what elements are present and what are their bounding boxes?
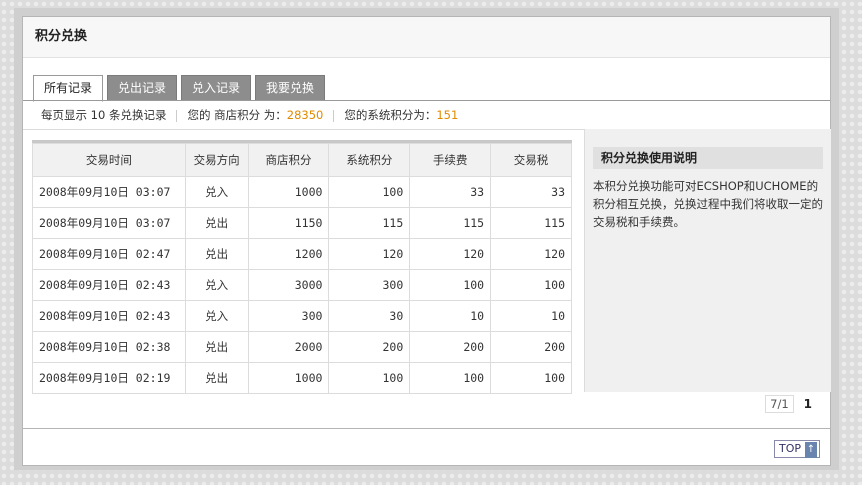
info-separator bbox=[333, 109, 335, 122]
cell-fee: 100 bbox=[409, 362, 492, 394]
footer-divider bbox=[23, 428, 830, 429]
cell-fee: 120 bbox=[409, 238, 492, 270]
col-header-fee: 手续费 bbox=[409, 143, 492, 177]
cell-shop-points: 1200 bbox=[247, 238, 330, 270]
shop-points-label: 您的 商店积分 为： bbox=[187, 108, 287, 122]
page-current[interactable]: 1 bbox=[804, 397, 812, 411]
cell-direction: 兑入 bbox=[184, 269, 249, 301]
cell-tax: 33 bbox=[490, 176, 572, 208]
cell-tax: 115 bbox=[490, 207, 572, 239]
table-row: 2008年09月10日 02:38 兑出 2000 200 200 200 bbox=[32, 331, 572, 363]
table-row: 2008年09月10日 03:07 兑出 1150 115 115 115 bbox=[32, 207, 572, 239]
help-sidebar: 积分兑换使用说明 本积分兑换功能可对ECSHOP和UCHOME的积分相互兑换，兑… bbox=[584, 129, 831, 392]
cell-fee: 200 bbox=[409, 331, 492, 363]
tab-out-records[interactable]: 兑出记录 bbox=[107, 75, 178, 100]
cell-system-points: 200 bbox=[328, 331, 411, 363]
cell-time: 2008年09月10日 02:19 bbox=[32, 362, 186, 394]
cell-system-points: 120 bbox=[328, 238, 411, 270]
cell-direction: 兑出 bbox=[184, 207, 249, 239]
table-row: 2008年09月10日 02:19 兑出 1000 100 100 100 bbox=[32, 362, 572, 394]
pagination: 7/1 1 bbox=[765, 395, 812, 413]
cell-fee: 115 bbox=[409, 207, 492, 239]
col-header-system-points: 系统积分 bbox=[328, 143, 411, 177]
cell-direction: 兑出 bbox=[184, 362, 249, 394]
cell-shop-points: 300 bbox=[247, 300, 330, 332]
sidebar-text: 本积分兑换功能可对ECSHOP和UCHOME的积分相互兑换，兑换过程中我们将收取… bbox=[593, 179, 823, 229]
page-title: 积分兑换 bbox=[23, 17, 830, 58]
table-row: 2008年09月10日 02:47 兑出 1200 120 120 120 bbox=[32, 238, 572, 270]
cell-tax: 100 bbox=[490, 269, 572, 301]
records-table-wrap: 交易时间 交易方向 商店积分 系统积分 手续费 交易税 2008年09月10日 … bbox=[32, 140, 572, 394]
table-row: 2008年09月10日 03:07 兑入 1000 100 33 33 bbox=[32, 176, 572, 208]
tab-all-records[interactable]: 所有记录 bbox=[33, 75, 104, 102]
col-header-time: 交易时间 bbox=[32, 143, 186, 177]
cell-system-points: 115 bbox=[328, 207, 411, 239]
cell-time: 2008年09月10日 02:38 bbox=[32, 331, 186, 363]
info-bar: 每页显示 10 条兑换记录 您的 商店积分 为：28350 您的系统积分为：151 bbox=[23, 101, 830, 130]
cell-direction: 兑出 bbox=[184, 331, 249, 363]
cell-shop-points: 1000 bbox=[247, 362, 330, 394]
cell-fee: 10 bbox=[409, 300, 492, 332]
cell-fee: 33 bbox=[409, 176, 492, 208]
tab-exchange[interactable]: 我要兑换 bbox=[255, 75, 326, 100]
system-points-label: 您的系统积分为： bbox=[344, 108, 437, 122]
cell-tax: 120 bbox=[490, 238, 572, 270]
exchange-panel: 积分兑换 所有记录 兑出记录 兑入记录 我要兑换 每页显示 10 条兑换记录 您的… bbox=[22, 16, 831, 466]
cell-system-points: 100 bbox=[328, 176, 411, 208]
system-points-value: 151 bbox=[436, 108, 459, 122]
col-header-tax: 交易税 bbox=[490, 143, 572, 177]
col-header-shop-points: 商店积分 bbox=[247, 143, 330, 177]
table-header-row: 交易时间 交易方向 商店积分 系统积分 手续费 交易税 bbox=[32, 143, 572, 177]
back-to-top-button[interactable]: TOP ↑ bbox=[773, 440, 820, 458]
cell-time: 2008年09月10日 03:07 bbox=[32, 207, 186, 239]
cell-direction: 兑出 bbox=[184, 238, 249, 270]
cell-shop-points: 1000 bbox=[247, 176, 330, 208]
cell-shop-points: 3000 bbox=[247, 269, 330, 301]
arrow-up-icon: ↑ bbox=[805, 442, 817, 458]
table-row: 2008年09月10日 02:43 兑入 3000 300 100 100 bbox=[32, 269, 572, 301]
page-info: 7/1 bbox=[765, 395, 794, 413]
cell-system-points: 30 bbox=[328, 300, 411, 332]
cell-tax: 10 bbox=[490, 300, 572, 332]
cell-tax: 200 bbox=[490, 331, 572, 363]
sidebar-title: 积分兑换使用说明 bbox=[593, 147, 823, 169]
info-separator bbox=[176, 109, 178, 122]
records-table: 交易时间 交易方向 商店积分 系统积分 手续费 交易税 2008年09月10日 … bbox=[32, 143, 572, 394]
cell-time: 2008年09月10日 02:47 bbox=[32, 238, 186, 270]
cell-direction: 兑入 bbox=[184, 176, 249, 208]
cell-time: 2008年09月10日 02:43 bbox=[32, 300, 186, 332]
cell-fee: 100 bbox=[409, 269, 492, 301]
per-page-text: 每页显示 10 条兑换记录 bbox=[41, 108, 167, 122]
top-label: TOP bbox=[778, 442, 801, 455]
shop-points-value: 28350 bbox=[286, 108, 324, 122]
tab-bar: 所有记录 兑出记录 兑入记录 我要兑换 bbox=[33, 75, 329, 102]
cell-direction: 兑入 bbox=[184, 300, 249, 332]
cell-shop-points: 1150 bbox=[247, 207, 330, 239]
cell-time: 2008年09月10日 02:43 bbox=[32, 269, 186, 301]
tab-in-records[interactable]: 兑入记录 bbox=[181, 75, 252, 100]
cell-time: 2008年09月10日 03:07 bbox=[32, 176, 186, 208]
col-header-direction: 交易方向 bbox=[184, 143, 249, 177]
cell-system-points: 300 bbox=[328, 269, 411, 301]
cell-shop-points: 2000 bbox=[247, 331, 330, 363]
cell-tax: 100 bbox=[490, 362, 572, 394]
table-row: 2008年09月10日 02:43 兑入 300 30 10 10 bbox=[32, 300, 572, 332]
cell-system-points: 100 bbox=[328, 362, 411, 394]
